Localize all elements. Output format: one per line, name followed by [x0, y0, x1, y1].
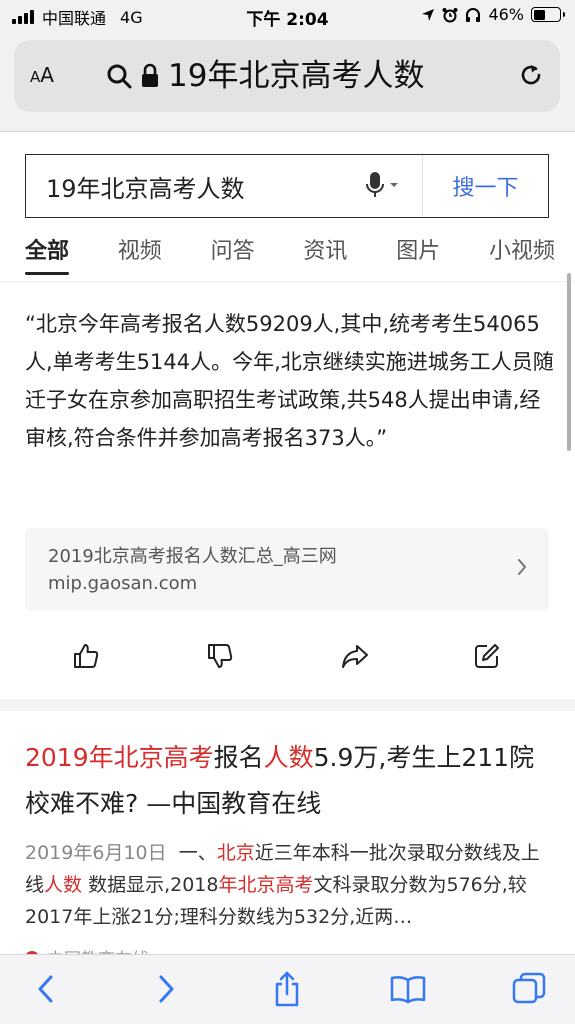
chevron-down-icon — [390, 183, 398, 187]
voice-search-button[interactable] — [366, 171, 399, 199]
feedback-button[interactable] — [467, 636, 507, 676]
battery-percent: 46% — [488, 5, 524, 24]
tab-all[interactable]: 全部 — [25, 233, 70, 275]
bookmarks-icon — [390, 976, 426, 1004]
result-snippet-part: 人数 — [44, 874, 83, 896]
url-text: 19年北京高考人数 — [168, 58, 425, 94]
dislike-button[interactable] — [200, 636, 240, 676]
url-display[interactable]: 19年北京高考人数 — [106, 56, 424, 96]
divider — [0, 281, 575, 282]
back-button[interactable] — [26, 969, 66, 1009]
lock-icon — [142, 63, 158, 87]
cellular-signal-icon — [12, 10, 34, 24]
status-right: 46% — [421, 5, 565, 24]
share-answer-button[interactable] — [335, 636, 375, 676]
tab-video[interactable]: 视频 — [118, 233, 162, 265]
forward-button[interactable] — [146, 969, 186, 1009]
result-source-name: 中国教育在线 — [47, 945, 149, 954]
share-page-button[interactable] — [267, 969, 307, 1009]
result-title-part: 人数 — [263, 743, 314, 772]
location-arrow-icon — [422, 8, 435, 21]
result-snippet-part: 北京 — [216, 842, 255, 864]
source-title: 2019北京高考报名人数汇总_高三网 — [48, 546, 337, 567]
result-date: 2019年6月10日 — [25, 842, 167, 864]
tab-short-video[interactable]: 小视频 — [489, 233, 555, 265]
address-bar[interactable]: AA 19年北京高考人数 — [14, 40, 560, 112]
thumbs-up-icon — [74, 644, 99, 668]
tabs-button[interactable] — [509, 969, 549, 1009]
section-separator — [0, 699, 575, 711]
search-box: 19年北京高考人数 搜一下 — [25, 154, 549, 218]
carrier-name: 中国联通 — [42, 9, 107, 28]
network-type: 4G — [120, 7, 143, 27]
tab-qa[interactable]: 问答 — [211, 233, 255, 265]
scrollbar[interactable] — [567, 273, 571, 451]
result-snippet-part: 年北京高考 — [218, 874, 314, 896]
forward-icon — [159, 975, 174, 1003]
thumbs-down-icon — [208, 644, 233, 668]
result-snippet-part: 数据显示,2018 — [82, 874, 219, 896]
reload-icon — [521, 65, 541, 85]
result-tabs: 全部 视频 问答 资讯 图片 小视频 — [25, 233, 555, 275]
search-button[interactable]: 搜一下 — [422, 155, 548, 216]
microphone-icon — [366, 172, 384, 197]
tab-news[interactable]: 资讯 — [303, 233, 347, 265]
like-button[interactable] — [66, 636, 106, 676]
back-icon — [38, 975, 53, 1003]
result-title-part: 报名 — [213, 743, 264, 772]
reload-button[interactable] — [518, 62, 544, 92]
answer-actions — [0, 636, 575, 676]
search-input[interactable]: 19年北京高考人数 — [46, 169, 245, 204]
result-source[interactable]: 中国教育在线 — [25, 945, 555, 954]
source-url: mip.gaosan.com — [48, 573, 198, 594]
result-title-part: 2019年北京高考 — [25, 743, 214, 772]
result-title-link[interactable]: 2019年北京高考报名人数5.9万,考生上211院校难不难? —中国教育在线 — [25, 735, 555, 827]
tabs-icon — [512, 972, 546, 1004]
battery-icon — [531, 7, 565, 22]
browser-address-area: AA 19年北京高考人数 — [0, 32, 575, 132]
result-snippet-part: 一、 — [178, 842, 217, 864]
headphones-icon — [466, 7, 481, 22]
battery-level — [533, 9, 545, 20]
answer-snippet: “北京今年高考报名人数59209人,其中,统考考生54065人,单考考生5144… — [25, 312, 554, 450]
browser-toolbar — [0, 954, 575, 1024]
share-icon — [342, 645, 368, 668]
share-icon — [275, 971, 299, 1007]
search-icon — [107, 64, 132, 89]
edit-icon — [475, 644, 499, 668]
answer-source-link[interactable]: 2019北京高考报名人数汇总_高三网 mip.gaosan.com — [25, 528, 549, 611]
status-left: 中国联通 4G — [12, 5, 143, 29]
web-page: 19年北京高考人数 搜一下 全部 视频 问答 资讯 图片 小视频 “北京今年高考… — [0, 133, 575, 954]
status-bar: 中国联通 4G 下午 2:04 46% — [0, 0, 575, 32]
bookmarks-button[interactable] — [388, 969, 428, 1009]
alarm-icon — [442, 7, 458, 22]
text-size-button[interactable]: AA — [30, 63, 54, 87]
chevron-right-icon — [517, 558, 527, 580]
result-description: 2019年6月10日 一、北京近三年本科一批次录取分数线及上线人数 数据显示,2… — [25, 837, 555, 933]
tab-images[interactable]: 图片 — [396, 233, 440, 265]
